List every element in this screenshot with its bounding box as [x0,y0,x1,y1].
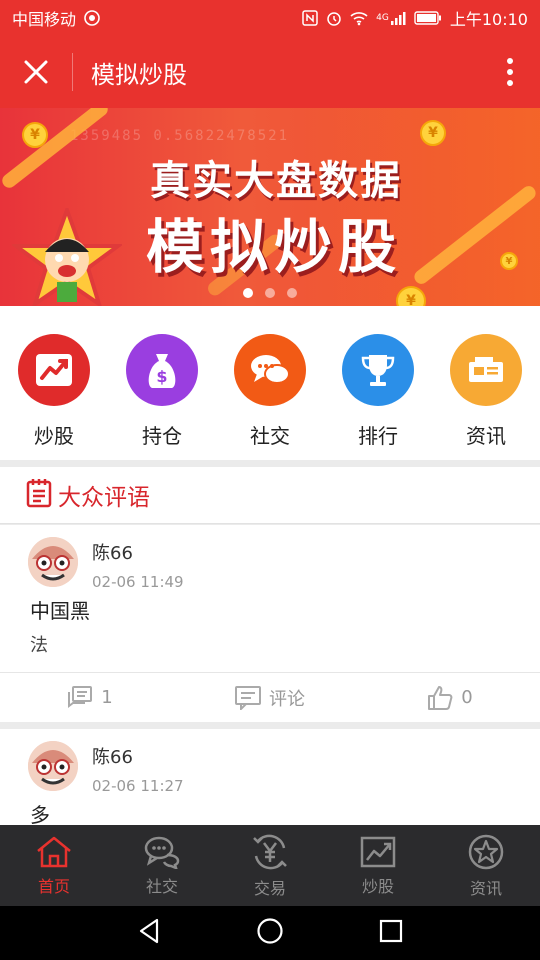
nav-tab-stocks[interactable]: 炒股 [324,825,432,906]
title-bar: 模拟炒股 [0,36,540,108]
quick-menu-label: 社交 [250,424,290,448]
section-header: 大众评语 [0,467,540,524]
post-title: 多 [30,803,50,827]
close-icon [24,60,48,84]
star-icon [468,834,504,869]
quick-menu-item-stocks[interactable]: 炒股 [0,306,108,460]
clock: 上午10:10 [449,10,528,29]
nav-label: 首页 [37,876,70,896]
avatar[interactable] [28,741,78,791]
back-icon[interactable] [137,918,161,948]
app-notification-icon [84,10,100,26]
wifi-icon [350,10,368,26]
post-timestamp: 02-06 11:27 [92,777,184,795]
nav-label: 炒股 [361,876,394,896]
post-actions: 1 评论 0 [0,672,540,722]
carousel-dot[interactable] [243,288,253,298]
comment-button[interactable]: 评论 [180,685,360,711]
nfc-icon [302,10,318,26]
home-circle-icon[interactable] [256,917,284,949]
network-type: 4G [376,13,389,23]
like-count: 0 [461,687,473,708]
battery-icon [414,11,442,25]
carousel-dot[interactable] [287,288,297,298]
comment-count-button[interactable]: 1 [0,685,180,710]
comment-label: 评论 [269,688,305,710]
post-timestamp: 02-06 11:49 [92,573,184,591]
recents-icon[interactable] [379,919,403,947]
carousel-indicator [0,288,540,298]
news-icon [450,334,522,406]
section-title: 大众评语 [58,485,150,511]
post-author[interactable]: 陈66 02-06 11:27 [28,741,184,795]
system-nav-bar [0,906,540,960]
trophy-icon [342,334,414,406]
alarm-icon [326,10,342,26]
list-item[interactable]: 陈66 02-06 11:27 多 [0,729,540,827]
quick-menu-item-ranking[interactable]: 排行 [324,306,432,460]
quick-menu-item-social[interactable]: 社交 [216,306,324,460]
bottom-nav: 首页 社交 交易 炒股 资讯 [0,825,540,906]
chat-bubbles-icon [234,334,306,406]
stock-trend-icon [18,334,90,406]
comments-icon [68,685,93,708]
comment-icon [235,685,261,710]
quick-menu-label: 持仓 [142,424,182,448]
carousel-dot[interactable] [265,288,275,298]
coin-icon: ¥ [500,252,518,270]
banner-headline: 真实大盘数据 [150,158,402,204]
promo-banner[interactable]: 1359485 0.56822478521 ¥ ¥ ¥ ¥ 真实大盘数据 模拟炒… [0,108,540,306]
nav-label: 资讯 [469,878,502,898]
close-button[interactable] [0,36,72,108]
notepad-icon [26,478,52,512]
nav-tab-social[interactable]: 社交 [108,825,216,906]
banner-numbers: 1359485 0.56822478521 [70,128,290,144]
banner-subheadline: 模拟炒股 [146,213,403,281]
banner-stripe [0,108,111,191]
yen-exchange-icon [253,834,287,869]
comment-count: 1 [101,687,113,708]
nav-tab-trade[interactable]: 交易 [216,825,324,906]
post-title: 中国黑 [30,599,90,623]
post-username[interactable]: 陈66 [92,743,184,769]
carrier-label: 中国移动 [12,10,77,29]
nav-label: 交易 [253,878,286,898]
quick-menu-item-holdings[interactable]: $ 持仓 [108,306,216,460]
post-author[interactable]: 陈66 02-06 11:49 [28,537,184,591]
nav-tab-home[interactable]: 首页 [0,825,108,906]
nav-tab-news[interactable]: 资讯 [432,825,540,906]
nav-label: 社交 [145,876,178,896]
list-item[interactable]: 陈66 02-06 11:49 中国黑 法 [0,525,540,672]
money-bag-icon: $ [126,334,198,406]
more-options-button[interactable] [480,36,540,108]
quick-menu: 炒股 $ 持仓 社交 排行 资讯 [0,306,540,460]
more-vertical-icon [507,58,513,86]
like-button[interactable]: 0 [360,685,540,711]
thumbs-up-icon [428,685,453,710]
chat-icon [144,836,180,869]
post-username[interactable]: 陈66 [92,539,184,565]
quick-menu-item-news[interactable]: 资讯 [432,306,540,460]
status-bar: 中国移动 4G 上午10:10 [0,0,540,36]
quick-menu-label: 炒股 [34,424,74,448]
home-icon [37,836,71,867]
coin-icon: ¥ [22,122,48,148]
quick-menu-label: 资讯 [466,424,506,448]
page-title: 模拟炒股 [91,60,187,89]
signal-icon: 4G [376,10,406,26]
svg-text:$: $ [156,367,167,386]
quick-menu-label: 排行 [358,424,398,448]
coin-icon: ¥ [420,120,446,146]
avatar[interactable] [28,537,78,587]
post-body: 法 [30,635,48,656]
chart-icon [360,836,396,867]
